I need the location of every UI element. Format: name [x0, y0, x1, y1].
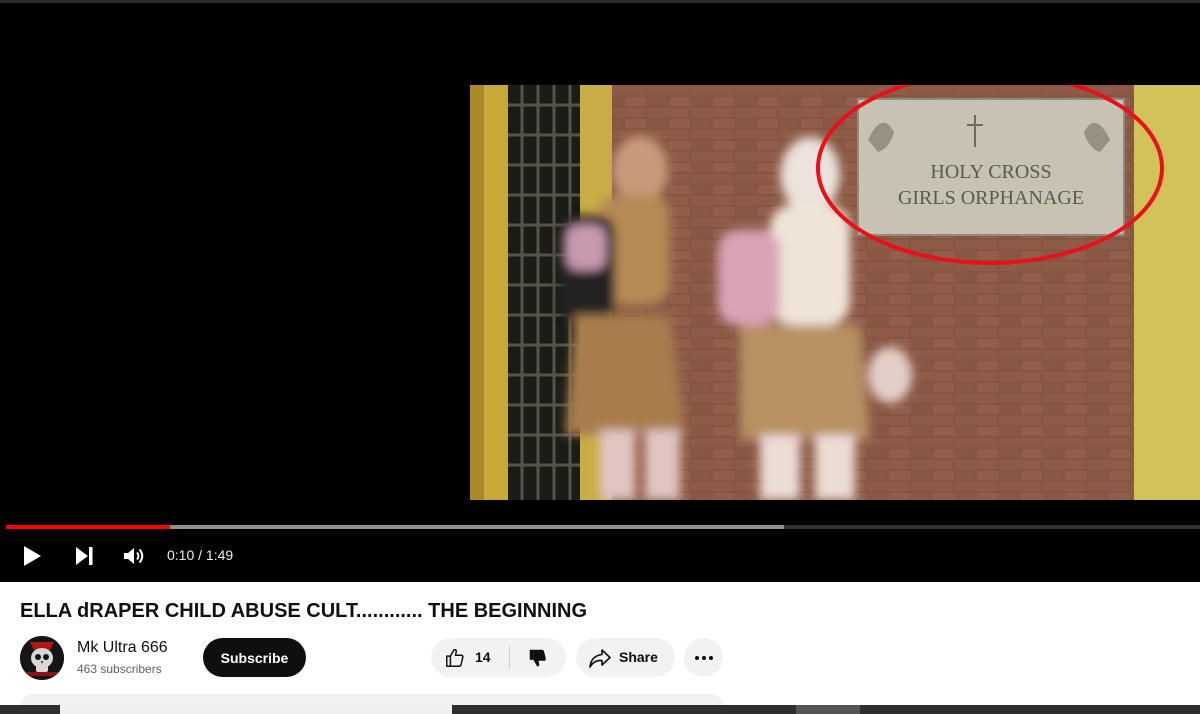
- channel-avatar[interactable]: [20, 636, 64, 680]
- volume-button[interactable]: [116, 540, 152, 572]
- play-button[interactable]: [14, 540, 50, 572]
- more-horizontal-icon: [694, 655, 713, 660]
- subscribe-button[interactable]: Subscribe: [203, 638, 306, 677]
- sign-line-2: GIRLS ORPHANAGE: [898, 187, 1084, 209]
- like-dislike-group: 14: [431, 638, 566, 677]
- sign-line-1: HOLY CROSS: [930, 161, 1051, 183]
- next-button[interactable]: [66, 540, 102, 572]
- share-label: Share: [619, 649, 658, 665]
- dislike-button[interactable]: [510, 638, 566, 677]
- thumbs-down-icon: [529, 649, 546, 666]
- progress-played: [6, 525, 171, 529]
- next-icon: [76, 547, 93, 565]
- more-actions-button[interactable]: [684, 638, 723, 677]
- time-display: 0:10 / 1:49: [167, 547, 234, 563]
- share-arrow-icon: [589, 649, 611, 668]
- like-button[interactable]: 14: [431, 638, 509, 677]
- video-player[interactable]: HOLY CROSS GIRLS ORPHANAGE 0:10 / 1:49: [0, 0, 1200, 582]
- video-scene: HOLY CROSS GIRLS ORPHANAGE: [470, 85, 1200, 500]
- progress-bar[interactable]: [6, 525, 1200, 529]
- subscriber-count: 463 subscribers: [77, 662, 162, 676]
- play-icon: [24, 546, 41, 566]
- channel-name[interactable]: Mk Ultra 666: [77, 637, 168, 659]
- thumbs-up-icon: [446, 648, 464, 667]
- taskbar-window-1[interactable]: [60, 705, 452, 714]
- skull-logo-icon: [20, 636, 64, 680]
- taskbar-strip: [0, 705, 1200, 714]
- share-button[interactable]: Share: [576, 638, 675, 677]
- player-top-border: [0, 0, 1200, 3]
- taskbar-window-2[interactable]: [796, 705, 860, 714]
- like-count: 14: [475, 649, 491, 665]
- video-title: ELLA dRAPER CHILD ABUSE CULT............…: [20, 600, 588, 622]
- volume-icon: [124, 548, 144, 564]
- video-frame[interactable]: HOLY CROSS GIRLS ORPHANAGE: [470, 85, 1200, 500]
